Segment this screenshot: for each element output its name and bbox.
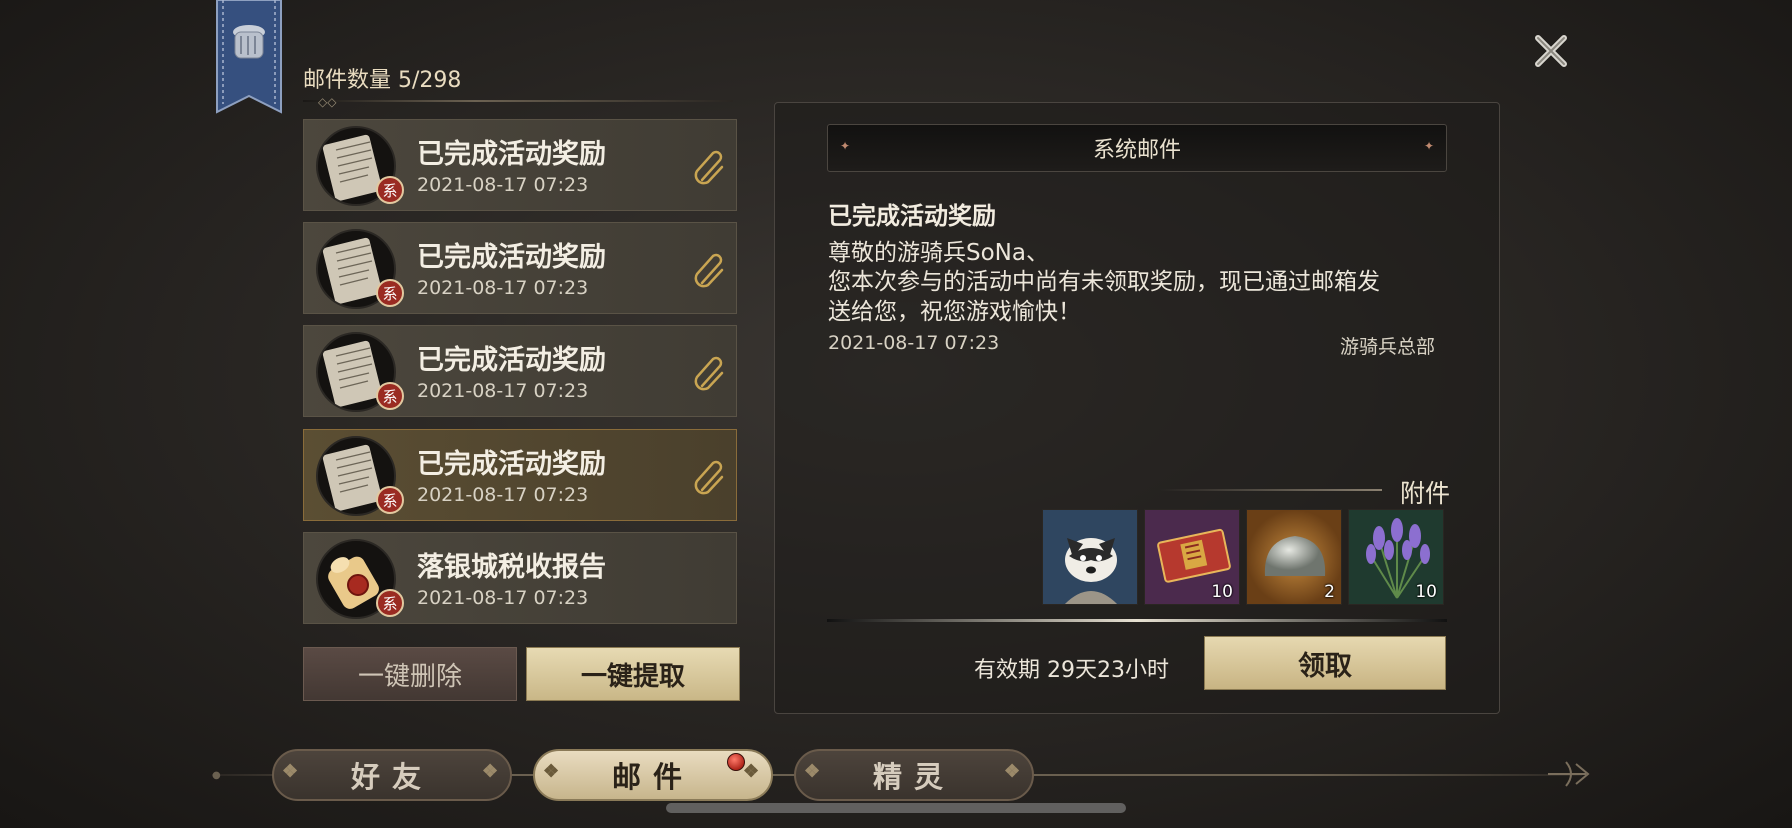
mail-time: 2021-08-17 07:23 [417,380,589,402]
mail-time: 2021-08-17 07:23 [417,174,589,196]
mail-title: 已完成活动奖励 [417,139,606,170]
paperclip-icon [694,356,724,391]
system-badge: 系 [376,279,404,307]
attachment-count: 10 [1211,582,1233,602]
tab-label: 精灵 [872,760,955,794]
attachment-item[interactable]: 10 [1348,509,1444,605]
arrow-ornament-icon [1548,761,1590,787]
attachments-label: 附件 [1400,479,1451,508]
mail-count-label: 邮件数量 [303,68,392,93]
mail-time: 2021-08-17 07:23 [417,587,589,609]
system-badge: 系 [376,176,404,204]
mail-list-item[interactable]: 系 已完成活动奖励 2021-08-17 07:23 [303,119,737,211]
star-icon: ✦ [840,139,851,153]
delete-all-button[interactable]: 一键删除 [303,647,517,701]
tab-sprite[interactable]: ❖ 精灵 ❖ [794,749,1034,801]
ornament-icon: ❖ [482,761,511,782]
detail-sender: 游骑兵总部 [1340,336,1436,358]
detail-header: ✦ 系统邮件 ✦ [827,124,1447,172]
ornament-icon: ❖ [543,761,572,782]
mail-list-item[interactable]: 系 已完成活动奖励 2021-08-17 07:23 [303,325,737,417]
attachment-count: 2 [1324,582,1335,602]
mail-count-value: 5/298 [398,68,462,93]
notification-dot-icon [727,753,745,771]
mail-count: 邮件数量 5/298 [303,62,461,94]
ornament-icon: ❖ [282,761,311,782]
detail-title: 已完成活动奖励 [828,201,996,230]
divider [827,619,1447,622]
divider [1160,489,1382,491]
detail-body-line: 送给您，祝您游戏愉快！ [828,299,1081,325]
ornament-icon: ● [212,770,221,781]
divider [303,100,733,102]
raccoon-avatar-icon [1043,510,1137,604]
detail-body-line: 您本次参与的活动中尚有未领取奖励，现已通过邮箱发 [828,269,1380,295]
mail-title: 落银城税收报告 [417,552,606,583]
mail-list-item[interactable]: 系 已完成活动奖励 2021-08-17 07:23 [303,222,737,314]
system-badge: 系 [376,382,404,410]
attachment-item[interactable] [1042,509,1138,605]
ornament-icon: ❖ [1004,761,1033,782]
detail-time: 2021-08-17 07:23 [828,332,1000,354]
mail-list-item[interactable]: 系 落银城税收报告 2021-08-17 07:23 [303,532,737,624]
mail-title: 已完成活动奖励 [417,345,606,376]
system-badge: 系 [376,589,404,617]
validity-text: 有效期 29天23小时 [974,658,1169,683]
tab-label: 邮件 [611,760,694,794]
paperclip-icon [694,253,724,288]
mail-time: 2021-08-17 07:23 [417,484,589,506]
mail-title: 已完成活动奖励 [417,242,606,273]
close-icon[interactable] [1530,30,1572,72]
ornament-icon: ❖ [743,761,772,782]
extract-all-button[interactable]: 一键提取 [526,647,740,701]
mail-time: 2021-08-17 07:23 [417,277,589,299]
mail-list-item-selected[interactable]: 系 已完成活动奖励 2021-08-17 07:23 [303,429,737,521]
mail-detail-panel [774,102,1500,714]
tab-label: 好友 [350,760,433,794]
ornament-icon: ❖ [804,761,833,782]
mail-title: 已完成活动奖励 [417,449,606,480]
system-badge: 系 [376,486,404,514]
banner-icon [216,0,282,114]
mailbox-banner [213,0,285,132]
attachment-item[interactable]: 10 [1144,509,1240,605]
paperclip-icon [694,460,724,495]
paperclip-icon [694,150,724,185]
tab-friends[interactable]: ❖ 好友 ❖ [272,749,512,801]
home-indicator[interactable] [666,803,1126,813]
detail-header-label: 系统邮件 [1092,138,1181,163]
claim-button[interactable]: 领取 [1204,636,1446,690]
attachment-count: 10 [1415,582,1437,602]
star-icon: ✦ [1423,139,1434,153]
ornament-icon: ◇◇ [318,95,337,109]
attachment-item[interactable]: 2 [1246,509,1342,605]
